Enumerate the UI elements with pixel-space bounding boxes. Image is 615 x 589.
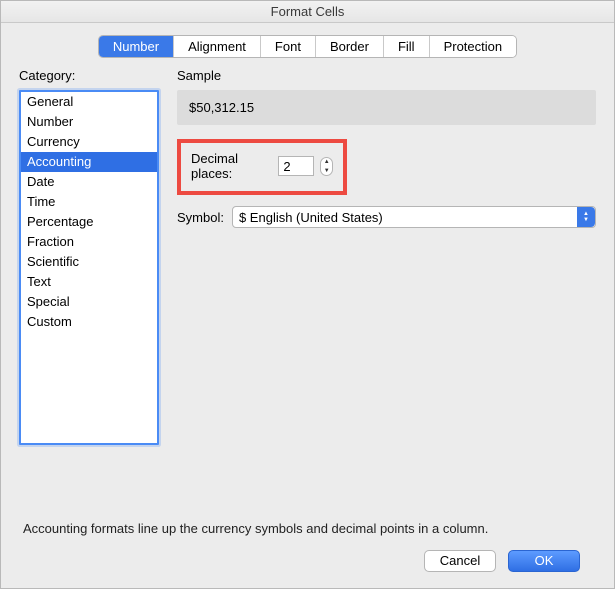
tab-border[interactable]: Border <box>316 36 384 57</box>
dialog-body: Category: GeneralNumberCurrencyAccountin… <box>1 68 614 588</box>
category-item-fraction[interactable]: Fraction <box>21 232 157 252</box>
category-list[interactable]: GeneralNumberCurrencyAccountingDateTimeP… <box>19 90 159 445</box>
category-item-custom[interactable]: Custom <box>21 312 157 332</box>
decimal-places-label: Decimal places: <box>191 151 272 181</box>
dialog-footer: Cancel OK <box>19 550 596 588</box>
decimal-places-stepper[interactable]: ▲ ▼ <box>320 157 333 176</box>
symbol-select[interactable]: $ English (United States) ▲▼ <box>232 206 596 228</box>
select-arrows-icon: ▲▼ <box>577 207 595 227</box>
decimal-places-highlight: Decimal places: ▲ ▼ <box>177 139 347 195</box>
tab-fill[interactable]: Fill <box>384 36 430 57</box>
category-item-number[interactable]: Number <box>21 112 157 132</box>
tab-bar: NumberAlignmentFontBorderFillProtection <box>98 35 517 58</box>
cancel-button[interactable]: Cancel <box>424 550 496 572</box>
decimal-places-input[interactable] <box>278 156 314 176</box>
category-item-date[interactable]: Date <box>21 172 157 192</box>
chevron-down-icon: ▼ <box>324 168 330 174</box>
sample-label: Sample <box>177 68 596 86</box>
category-item-text[interactable]: Text <box>21 272 157 292</box>
category-item-special[interactable]: Special <box>21 292 157 312</box>
category-label: Category: <box>19 68 159 86</box>
tab-protection[interactable]: Protection <box>430 36 517 57</box>
dialog-title: Format Cells <box>1 1 614 23</box>
tab-alignment[interactable]: Alignment <box>174 36 261 57</box>
ok-button[interactable]: OK <box>508 550 580 572</box>
category-description: Accounting formats line up the currency … <box>23 521 592 536</box>
category-item-general[interactable]: General <box>21 92 157 112</box>
tab-font[interactable]: Font <box>261 36 316 57</box>
symbol-label: Symbol: <box>177 210 224 225</box>
category-item-percentage[interactable]: Percentage <box>21 212 157 232</box>
tab-number[interactable]: Number <box>99 36 174 57</box>
category-item-accounting[interactable]: Accounting <box>21 152 157 172</box>
format-cells-dialog: Format Cells NumberAlignmentFontBorderFi… <box>0 0 615 589</box>
chevron-up-icon: ▲ <box>324 159 330 165</box>
category-item-scientific[interactable]: Scientific <box>21 252 157 272</box>
category-item-time[interactable]: Time <box>21 192 157 212</box>
category-item-currency[interactable]: Currency <box>21 132 157 152</box>
sample-value: $50,312.15 <box>177 90 596 125</box>
symbol-value: $ English (United States) <box>239 210 383 225</box>
